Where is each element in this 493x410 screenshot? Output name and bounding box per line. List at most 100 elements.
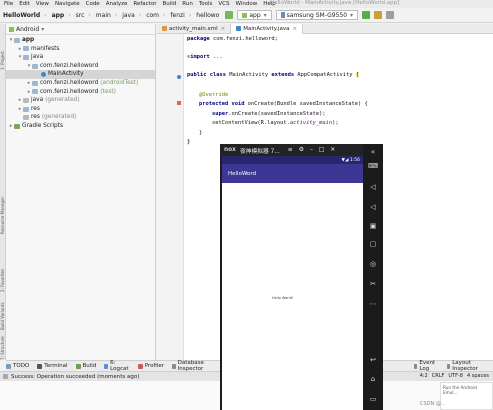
location-icon[interactable]: ◎ <box>368 260 378 269</box>
bottom-tab-build[interactable]: Build <box>75 363 96 369</box>
tool-window-icon <box>172 363 176 369</box>
menu-view[interactable]: View <box>36 1 49 7</box>
editor-tab[interactable]: MainActivity.java × <box>231 23 304 34</box>
tree-item[interactable]: ▸ manifests <box>6 45 155 54</box>
tree-item[interactable]: ▸ com.fenzi.helloword (test) <box>6 88 155 97</box>
back-icon[interactable]: ↩ <box>368 356 378 365</box>
run-config-dropdown[interactable]: app ▾ <box>237 10 272 20</box>
hello-world-text: Hello World! <box>272 296 294 300</box>
add-apk-icon[interactable]: ▢ <box>368 240 378 249</box>
tree-item-suffix: (androidTest) <box>100 79 139 86</box>
line-separator[interactable]: CRLF <box>432 373 445 379</box>
close-tab-icon[interactable]: × <box>221 26 226 32</box>
tree-item[interactable]: ▸ java (generated) <box>6 96 155 105</box>
tree-item-label: java <box>31 54 44 61</box>
close-tab-icon[interactable]: × <box>292 26 297 32</box>
emulator-titlebar: nox 夜神模拟器 7... ≡ ⚙ – □ ✕ <box>220 144 363 156</box>
code-text: .onCreate(savedInstanceState); <box>228 111 326 117</box>
status-message[interactable]: Success: Operation succeeded (moments ag… <box>11 374 139 380</box>
chevron-down-icon: ▾ <box>263 11 267 19</box>
tool-window-icon <box>75 363 81 369</box>
emulator-screen[interactable] <box>222 156 363 410</box>
recents-icon[interactable]: ▭ <box>368 395 378 404</box>
menu-window[interactable]: Window <box>236 1 258 7</box>
maximize-icon[interactable]: □ <box>319 147 324 153</box>
bottom-tab-profiler[interactable]: Profiler <box>137 363 164 369</box>
tree-item[interactable]: ▾ com.fenzi.helloword <box>6 62 155 71</box>
tree-item[interactable]: MainActivity <box>6 70 155 79</box>
menu-analyze[interactable]: Analyze <box>106 1 128 7</box>
breadcrumb-item[interactable]: com <box>146 12 159 19</box>
screen-icon[interactable]: ▣ <box>368 222 378 231</box>
keyboard-icon[interactable]: ⌨ <box>368 162 378 171</box>
tool-window-icon <box>37 363 43 369</box>
breadcrumb-item[interactable]: fenzi <box>170 12 184 19</box>
breadcrumb-item[interactable]: app <box>52 12 65 19</box>
code-text: ); <box>332 120 339 126</box>
caret-position[interactable]: 4:2 <box>420 373 428 379</box>
tree-item[interactable]: ▾ app <box>6 36 155 45</box>
breadcrumb-item[interactable]: HelloWorld <box>3 12 40 19</box>
class-marker-icon <box>177 75 181 79</box>
editor-tab[interactable]: activity_main.xml × <box>157 23 232 34</box>
editor-tab-label: MainActivity.java <box>243 25 290 32</box>
settings-icon[interactable]: ⚙ <box>299 147 304 153</box>
device-dropdown[interactable]: samsung SM-G9550 ▾ <box>275 10 359 20</box>
app-action-bar: HelloWord <box>222 164 363 183</box>
volume-down-icon[interactable]: ◁ <box>368 203 378 212</box>
breadcrumb-item[interactable]: java <box>122 12 135 19</box>
profile-icon[interactable] <box>386 11 395 19</box>
menu-vcs[interactable]: VCS <box>218 1 229 7</box>
project-tree: ▾ app ▸ manifests ▾ java ▾ com.fenzi.helloword M… <box>6 35 155 131</box>
indent-setting[interactable]: 4 spaces <box>467 373 489 379</box>
menu-icon[interactable]: ≡ <box>288 147 293 153</box>
menu-tools[interactable]: Tools <box>199 1 213 7</box>
bottom-tab-label: TODO <box>13 363 30 369</box>
run-icon[interactable] <box>362 11 371 19</box>
folder-icon <box>23 46 29 52</box>
android-status-text: ▼◢ 1:56 <box>341 157 360 163</box>
bottom-tab-todo[interactable]: TODO <box>6 363 29 369</box>
project-view-label: Android <box>16 25 40 33</box>
breadcrumb-item[interactable]: hellowo <box>196 12 219 19</box>
code-keyword: package <box>187 36 210 42</box>
tree-item[interactable]: ▸ Gradle Scripts <box>6 122 155 131</box>
menu-code[interactable]: Code <box>86 1 100 7</box>
breadcrumb-separator-icon: › <box>44 11 47 19</box>
menu-edit[interactable]: Edit <box>19 1 30 7</box>
scissors-icon[interactable]: ✂ <box>368 280 378 289</box>
breadcrumb-item[interactable]: src <box>76 12 85 19</box>
minimize-icon[interactable]: – <box>310 147 313 153</box>
notification-popup[interactable]: Run the Android Emul... <box>440 382 493 410</box>
home-icon[interactable]: ⌂ <box>368 375 378 384</box>
menu-file[interactable]: File <box>4 1 13 7</box>
more-icon[interactable]: ⋯ <box>368 300 378 309</box>
run-config-label: app <box>249 11 261 19</box>
breadcrumb-item[interactable]: main <box>96 12 111 19</box>
debug-icon[interactable] <box>374 11 383 19</box>
tool-window-icon <box>104 363 109 369</box>
code-annotation: @Override <box>199 92 229 98</box>
volume-up-icon[interactable]: ◁ <box>368 183 378 192</box>
file-encoding[interactable]: UTF-8 <box>448 373 463 379</box>
code-line-3: ⊕import ... <box>187 54 223 60</box>
menu-build[interactable]: Build <box>162 1 176 7</box>
menu-run[interactable]: Run <box>182 1 193 7</box>
project-panel: Android ▾ ▾ app ▸ manifests ▾ java ▾ com.fenzi.… <box>6 24 156 360</box>
tree-item[interactable]: ▾ java <box>6 53 155 62</box>
tree-item[interactable]: ▸ com.fenzi.helloword (androidTest) <box>6 79 155 88</box>
collapse-icon[interactable]: « <box>368 148 378 157</box>
code-keyword: extends <box>271 72 295 78</box>
menu-navigate[interactable]: Navigate <box>55 1 80 7</box>
editor-tab-bar: activity_main.xml × MainActivity.java × <box>157 23 493 34</box>
editor-tab-label: activity_main.xml <box>169 25 218 32</box>
hammer-icon[interactable] <box>225 11 234 19</box>
close-icon[interactable]: ✕ <box>330 147 335 153</box>
tree-item[interactable]: res (generated) <box>6 113 155 122</box>
menu-refactor[interactable]: Refactor <box>133 1 156 7</box>
folder-icon <box>32 89 38 95</box>
project-view-selector[interactable]: Android ▾ <box>6 24 155 35</box>
code-text: com.fenzi.helloword; <box>209 36 278 42</box>
tree-item[interactable]: ▸ res <box>6 105 155 114</box>
bottom-tab-terminal[interactable]: Terminal <box>37 363 68 369</box>
